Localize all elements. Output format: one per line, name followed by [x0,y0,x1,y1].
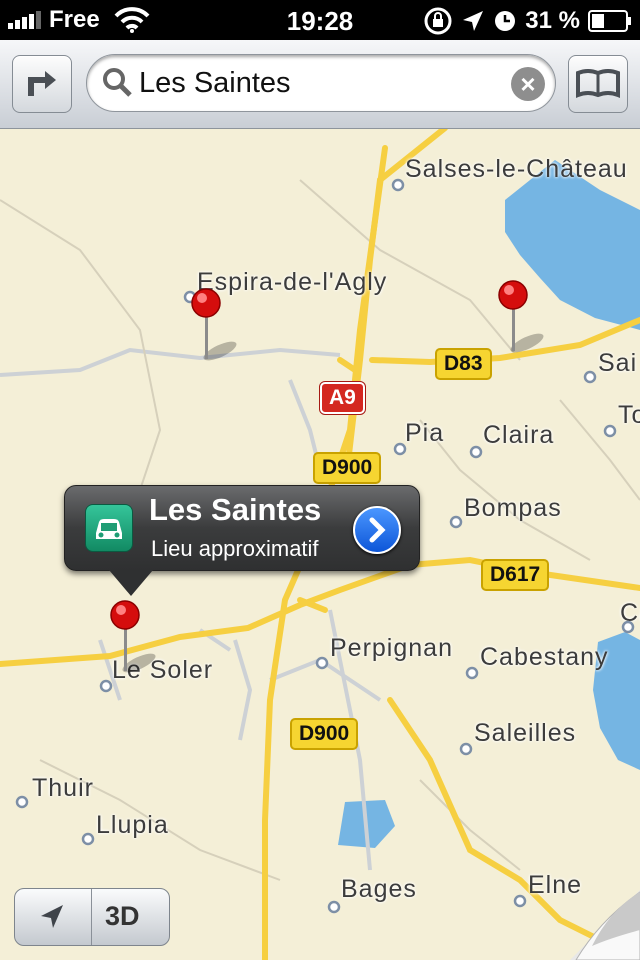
clear-search-button[interactable]: × [511,67,545,101]
callout-subtitle: Lieu approximatif [151,536,319,561]
battery-icon [588,10,631,32]
rotation-lock-icon [424,7,452,35]
map-pin[interactable] [497,279,567,359]
alarm-clock-icon [495,11,516,31]
map-controls: 3D [14,888,170,946]
place-label: Saleilles [474,719,577,747]
place-label: Ca [620,599,640,627]
place-label: Claira [483,421,555,449]
place-label: Llupia [96,811,169,839]
3d-button[interactable]: 3D [105,901,140,932]
road-shield: D617 [481,559,550,591]
place-label: To [618,401,640,429]
divider [91,889,92,945]
map-pin[interactable] [190,287,260,367]
location-arrow-icon[interactable] [15,889,91,945]
detail-disclosure-button[interactable] [353,506,401,554]
search-input[interactable]: Les Saintes [139,67,291,100]
turn-arrow-icon [28,71,56,96]
place-label: Bompas [464,494,562,522]
status-bar: Free 19:28 31 % [0,0,640,40]
book-icon [576,69,620,98]
location-arrow-icon [463,11,484,31]
place-label: Thuir [32,774,94,802]
car-icon[interactable] [85,504,133,552]
place-label: Pia [405,419,445,447]
status-right: 31 % [423,6,632,36]
chevron-right-icon [369,517,386,543]
search-toolbar: Les Saintes × [0,40,640,129]
search-field[interactable]: Les Saintes × [86,54,556,112]
battery-percent: 31 % [525,7,580,34]
place-label: Bages [341,875,417,903]
place-callout[interactable]: Les Saintes Lieu approximatif [64,485,420,596]
place-label: Salses-le-Château [405,155,628,183]
place-label: Sai [598,349,638,377]
road-shield: D83 [435,348,492,380]
road-shield: D900 [290,718,359,750]
directions-button[interactable] [12,55,72,113]
callout-title: Les Saintes [149,492,322,527]
road-shield: D900 [313,452,382,484]
bookmarks-button[interactable] [568,55,628,113]
place-label: Perpignan [330,634,453,662]
close-icon: × [520,69,536,99]
selected-map-pin[interactable] [109,599,179,679]
search-icon [103,68,132,97]
place-label: Cabestany [480,643,609,671]
page-curl-button[interactable] [570,890,640,960]
road-shield: A9 [320,382,365,414]
callout-pointer [109,570,153,596]
